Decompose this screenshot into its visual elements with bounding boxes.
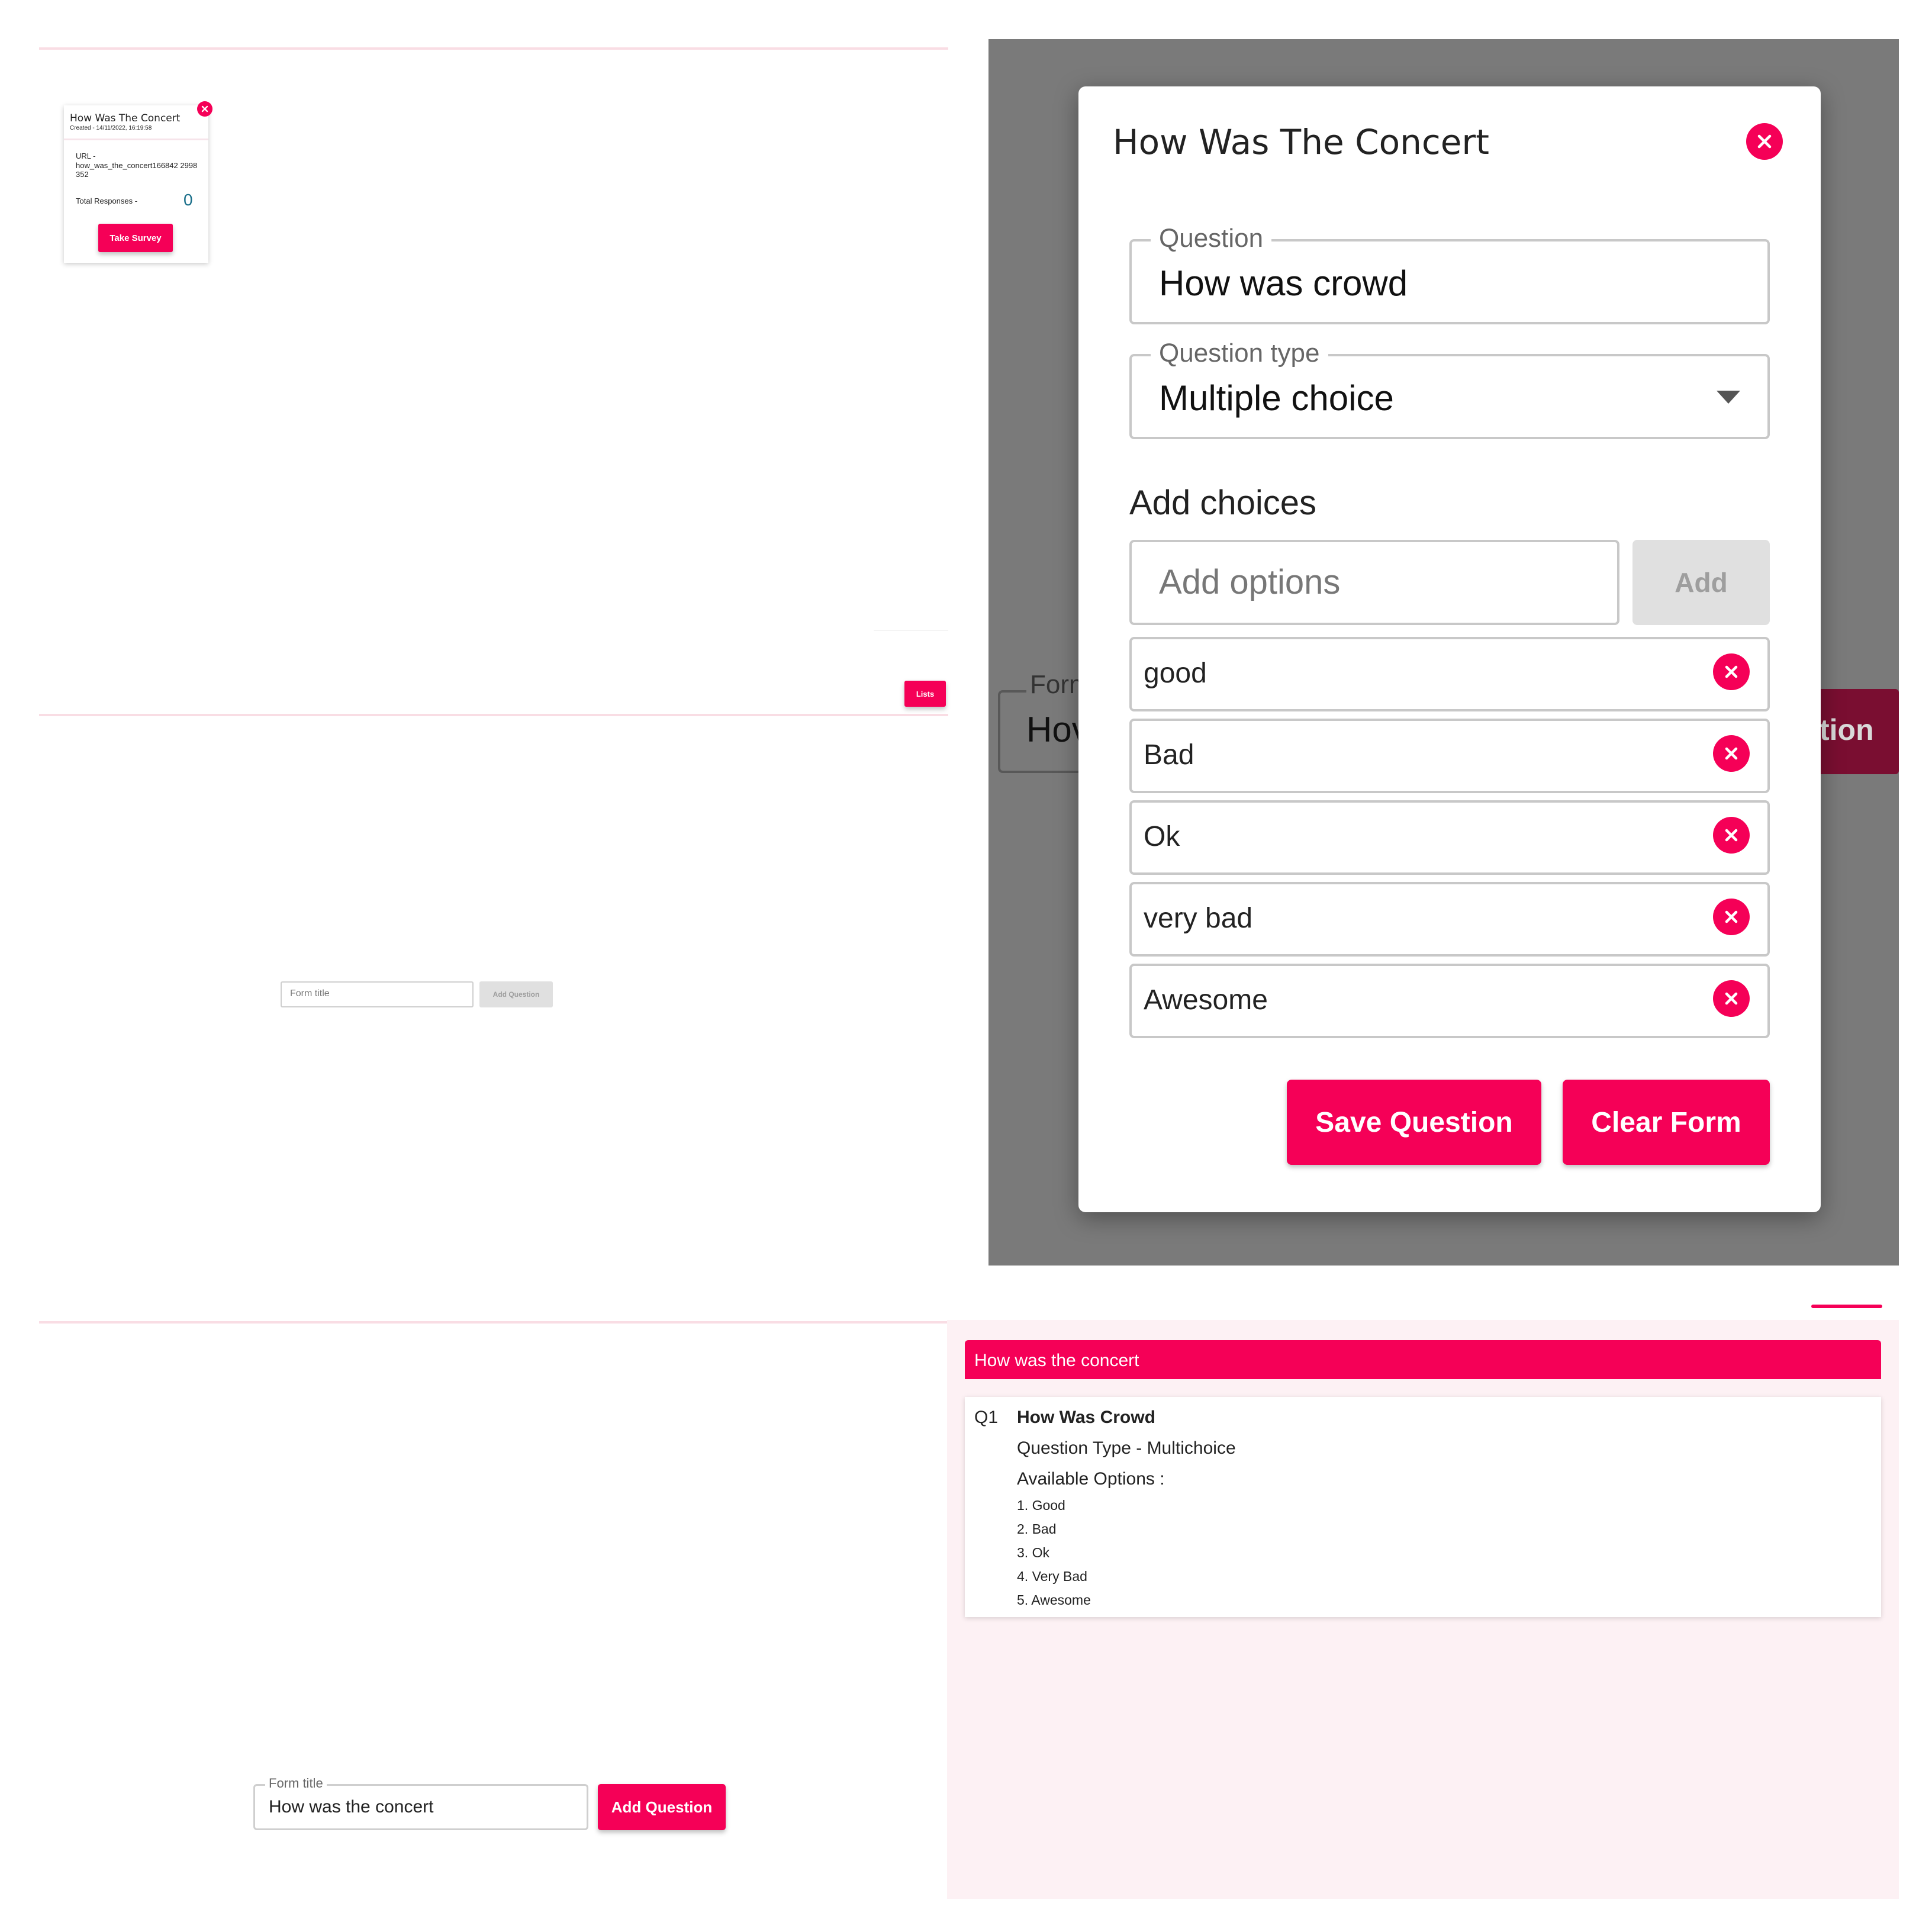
survey-card: How Was The Concert Created - 14/11/2022… [64,105,208,263]
remove-choice-close-icon[interactable] [1713,899,1750,935]
choice-text: Awesome [1144,984,1268,1016]
question-type-legend: Question type [1151,339,1328,368]
card-divider [64,139,208,140]
choice-text: good [1144,658,1207,689]
remove-choice-close-icon[interactable] [1713,735,1750,772]
take-survey-button[interactable]: Take Survey [98,224,173,252]
choice-item: very bad [1129,882,1770,957]
question-legend: Question [1151,224,1272,253]
add-choices-heading: Add choices [1129,484,1316,522]
add-choice-button[interactable]: Add [1632,540,1770,625]
choice-text: Bad [1144,739,1194,771]
card-responses-count: 0 [183,191,193,209]
choice-item: good [1129,637,1770,711]
card-header [64,105,208,143]
question-number: Q1 [974,1408,999,1427]
option-item: 4. Very Bad [1017,1569,1087,1584]
delete-card-close-icon[interactable] [197,101,212,117]
choice-text: Ok [1144,821,1180,852]
option-item: 2. Bad [1017,1521,1057,1537]
card-url-value[interactable]: how_was_the_concert166842 2998352 [76,161,200,179]
header-divider [39,1321,948,1324]
bg-add-question-label: tion [1820,713,1874,746]
remove-choice-close-icon[interactable] [1713,980,1750,1017]
question-type-value: Multiple choice [1159,378,1394,418]
card-created: Created - 14/11/2022, 16:19:58 [70,125,152,131]
add-question-button[interactable]: Add Question [479,981,553,1007]
top-button-edge [1811,1305,1882,1308]
choice-item: Awesome [1129,964,1770,1038]
options-label: Available Options : [1017,1469,1165,1489]
remove-choice-close-icon[interactable] [1713,653,1750,690]
card-responses-label: Total Responses - [76,197,138,205]
form-title-placeholder: Form title [290,988,330,999]
option-item: 3. Ok [1017,1545,1049,1560]
save-question-button[interactable]: Save Question [1287,1080,1541,1165]
modal-close-icon[interactable] [1746,123,1783,160]
question-title: How Was Crowd [1017,1408,1155,1427]
remove-choice-close-icon[interactable] [1713,817,1750,854]
option-item: 5. Awesome [1017,1592,1091,1608]
choice-item: Bad [1129,719,1770,793]
lists-button[interactable]: Lists [904,681,946,707]
question-type: Question Type - Multichoice [1017,1438,1236,1458]
form-title-value: How was the concert [269,1797,434,1817]
dropdown-arrow-icon [1717,391,1740,407]
card-title: How Was The Concert [70,112,181,124]
question-card [965,1397,1881,1617]
add-options-placeholder: Add options [1159,563,1341,601]
modal-title: How Was The Concert [1113,122,1490,162]
choice-item: Ok [1129,800,1770,875]
clear-form-button[interactable]: Clear Form [1563,1080,1770,1165]
header-divider [39,47,948,50]
header-divider [39,714,948,716]
form-title-legend: Form title [265,1776,327,1791]
add-question-button[interactable]: Add Question [598,1784,726,1830]
question-value: How was crowd [1159,263,1408,303]
option-item: 1. Good [1017,1498,1065,1513]
preview-title: How was the concert [974,1351,1139,1370]
bottom-rule [874,630,948,631]
choice-text: very bad [1144,903,1253,934]
card-url-label: URL - [76,152,96,160]
